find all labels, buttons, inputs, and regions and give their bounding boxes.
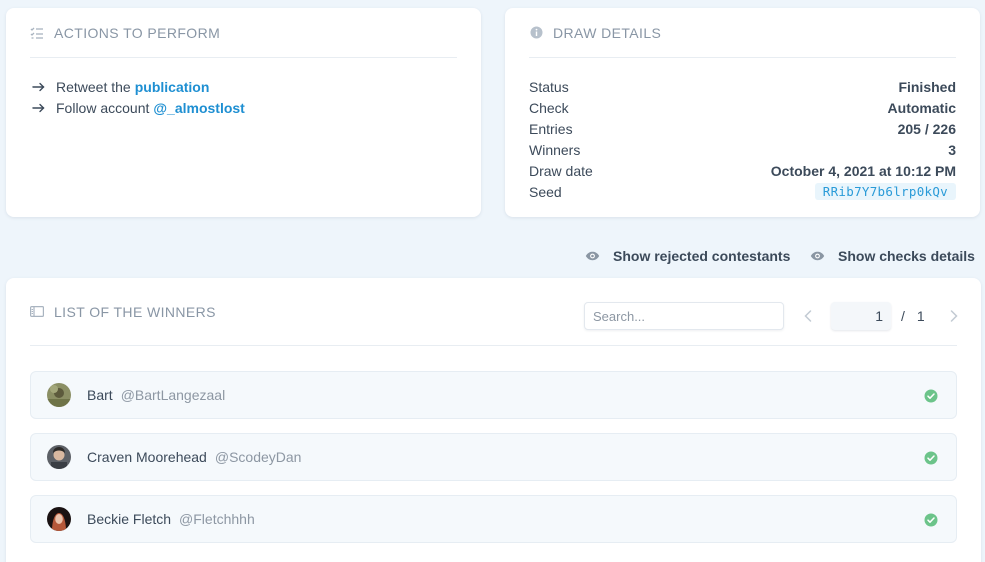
checklist-icon xyxy=(30,26,44,40)
winner-row[interactable]: Craven Moorehead @ScodeyDan xyxy=(30,433,957,481)
page-separator: / xyxy=(901,308,905,324)
detail-row-check: Check Automatic xyxy=(529,97,956,118)
detail-row-entries: Entries 205 / 226 xyxy=(529,118,956,139)
toggle-label: Show rejected contestants xyxy=(613,248,791,264)
seed-value: RRib7Y7b6lrp0kQv xyxy=(814,183,956,200)
detail-key: Winners xyxy=(529,141,581,158)
winners-card: List of the winners / 1 Bart @BartLangez… xyxy=(6,278,981,562)
detail-row-draw-date: Draw date October 4, 2021 at 10:12 PM xyxy=(529,160,956,181)
detail-key: Check xyxy=(529,99,569,116)
action-item-retweet: Retweet the publication xyxy=(32,76,481,97)
check-circle-icon xyxy=(924,513,938,527)
list-icon xyxy=(30,305,44,319)
detail-key: Seed xyxy=(529,183,562,200)
action-item-follow: Follow account @_almostlost xyxy=(32,97,481,118)
winner-row[interactable]: Beckie Fletch @Fletchhhh xyxy=(30,495,957,543)
winner-row[interactable]: Bart @BartLangezaal xyxy=(30,371,957,419)
details-header: Draw details xyxy=(529,8,956,58)
arrow-right-icon xyxy=(32,79,46,95)
winner-handle[interactable]: @Fletchhhh xyxy=(179,511,255,527)
pagination: / 1 xyxy=(801,302,961,330)
eye-icon xyxy=(585,250,601,262)
chevron-left-icon[interactable] xyxy=(801,309,815,323)
detail-row-status: Status Finished xyxy=(529,76,956,97)
eye-icon xyxy=(810,250,826,262)
toggle-label: Show checks details xyxy=(838,248,975,264)
actions-card: Actions to perform Retweet the publicati… xyxy=(6,8,481,217)
detail-value: Finished xyxy=(898,78,956,95)
actions-list: Retweet the publication Follow account @… xyxy=(32,76,481,118)
show-checks-details-toggle[interactable]: Show checks details xyxy=(810,248,975,264)
detail-key: Status xyxy=(529,78,569,95)
detail-key: Draw date xyxy=(529,162,593,179)
details-rows: Status Finished Check Automatic Entries … xyxy=(529,76,956,202)
detail-value: October 4, 2021 at 10:12 PM xyxy=(770,162,956,179)
publication-link[interactable]: publication xyxy=(135,79,210,95)
winners-title: List of the winners xyxy=(54,303,216,320)
actions-header: Actions to perform xyxy=(30,8,457,58)
winner-name: Craven Moorehead xyxy=(87,449,207,465)
draw-details-card: Draw details Status Finished Check Autom… xyxy=(505,8,980,217)
account-link[interactable]: @_almostlost xyxy=(153,100,244,116)
detail-value: 205 / 226 xyxy=(897,120,956,137)
action-text: Follow account xyxy=(56,99,150,116)
info-icon xyxy=(529,26,543,40)
winner-name: Bart xyxy=(87,387,113,403)
page-total: 1 xyxy=(916,308,925,324)
check-circle-icon xyxy=(924,451,938,465)
winner-handle[interactable]: @BartLangezaal xyxy=(121,387,226,403)
winner-handle[interactable]: @ScodeyDan xyxy=(215,449,302,465)
avatar xyxy=(47,383,71,407)
show-rejected-contestants-toggle[interactable]: Show rejected contestants xyxy=(585,248,790,264)
detail-value: 3 xyxy=(948,141,956,158)
check-circle-icon xyxy=(924,389,938,403)
page-number-input[interactable] xyxy=(831,302,891,330)
detail-row-winners: Winners 3 xyxy=(529,139,956,160)
avatar xyxy=(47,445,71,469)
search-input[interactable] xyxy=(584,302,784,330)
details-title: Draw details xyxy=(553,24,662,41)
actions-title: Actions to perform xyxy=(54,24,221,41)
detail-key: Entries xyxy=(529,120,573,137)
detail-value: Automatic xyxy=(887,99,956,116)
action-text: Retweet the xyxy=(56,78,131,95)
chevron-right-icon[interactable] xyxy=(947,309,961,323)
avatar xyxy=(47,507,71,531)
arrow-right-icon xyxy=(32,100,46,116)
winner-name: Beckie Fletch xyxy=(87,511,172,527)
detail-row-seed: Seed RRib7Y7b6lrp0kQv xyxy=(529,181,956,202)
